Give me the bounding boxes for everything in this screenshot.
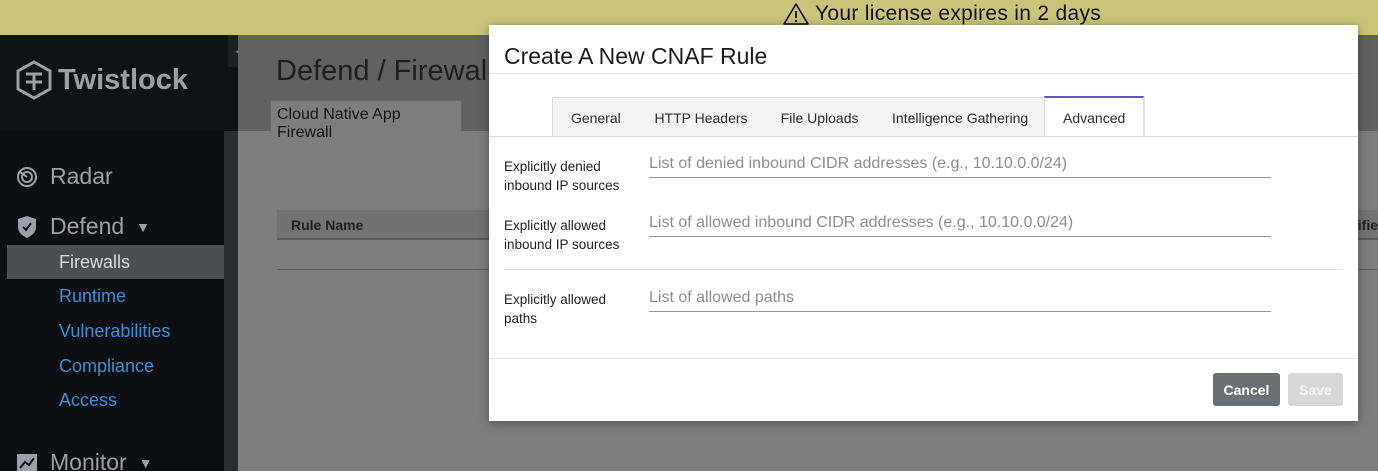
dialog-footer-divider — [489, 358, 1358, 359]
nav-monitor-label: Monitor — [50, 449, 127, 471]
logo-area: Twistlock — [0, 35, 238, 131]
cancel-button[interactable]: Cancel — [1213, 373, 1280, 406]
save-button[interactable]: Save — [1288, 373, 1343, 406]
chevron-down-icon: ▼ — [136, 218, 151, 235]
sidebar-item-runtime[interactable]: Runtime — [7, 279, 224, 313]
license-banner-text: Your license expires in 2 days — [815, 2, 1102, 25]
tab-cloud-native-app-firewall[interactable]: Cloud Native App Firewall — [270, 100, 462, 141]
allowed-ip-input[interactable] — [649, 209, 1271, 237]
twistlock-logo-icon — [16, 60, 52, 100]
monitor-icon — [17, 453, 37, 471]
sidebar-item-firewalls[interactable]: Firewalls — [7, 245, 224, 279]
warning-icon — [783, 3, 809, 25]
nav-defend[interactable]: Defend ▼ — [16, 213, 150, 240]
dialog-title-divider — [489, 73, 1358, 74]
radar-icon — [17, 166, 37, 187]
dialog-title: Create A New CNAF Rule — [504, 43, 768, 69]
app-logo[interactable]: Twistlock — [16, 60, 188, 100]
create-cnaf-rule-dialog: Create A New CNAF Rule General HTTP Head… — [489, 25, 1358, 421]
sidebar-item-access[interactable]: Access — [7, 383, 224, 417]
nav-defend-label: Defend — [50, 213, 125, 239]
tab-file-uploads[interactable]: File Uploads — [763, 98, 876, 137]
page-title: Defend / Firewalls — [276, 55, 509, 87]
dialog-tabs: General HTTP Headers File Uploads Intell… — [552, 96, 1145, 137]
denied-ip-input[interactable] — [649, 150, 1271, 178]
tab-http-headers[interactable]: HTTP Headers — [639, 98, 764, 137]
sidebar-item-compliance[interactable]: Compliance — [7, 349, 224, 383]
app-name: Twistlock — [58, 63, 188, 96]
tabs-divider — [489, 136, 1358, 137]
tab-general[interactable]: General — [553, 98, 639, 137]
tab-intelligence-gathering[interactable]: Intelligence Gathering — [876, 98, 1044, 137]
allowed-paths-label: Explicitly allowed paths — [504, 292, 607, 326]
section-divider — [504, 269, 1343, 270]
sidebar: Twistlock ◀ Radar Defend ▼ Firewalls Run… — [0, 35, 252, 471]
nav-radar[interactable]: Radar — [16, 163, 113, 190]
column-rule-name[interactable]: Rule Name — [291, 217, 363, 233]
shield-icon — [18, 215, 36, 238]
sidebar-item-vulnerabilities[interactable]: Vulnerabilities — [7, 314, 224, 348]
nav-monitor[interactable]: Monitor ▼ — [16, 449, 153, 471]
tab-advanced[interactable]: Advanced — [1044, 96, 1144, 137]
sidebar-scrollbar[interactable] — [224, 131, 238, 471]
chevron-down-icon: ▼ — [138, 454, 153, 471]
denied-ip-label: Explicitly denied inbound IP sources — [504, 159, 620, 193]
nav-radar-label: Radar — [50, 163, 113, 189]
allowed-ip-label: Explicitly allowed inbound IP sources — [504, 218, 620, 252]
allowed-paths-input[interactable] — [649, 284, 1271, 312]
